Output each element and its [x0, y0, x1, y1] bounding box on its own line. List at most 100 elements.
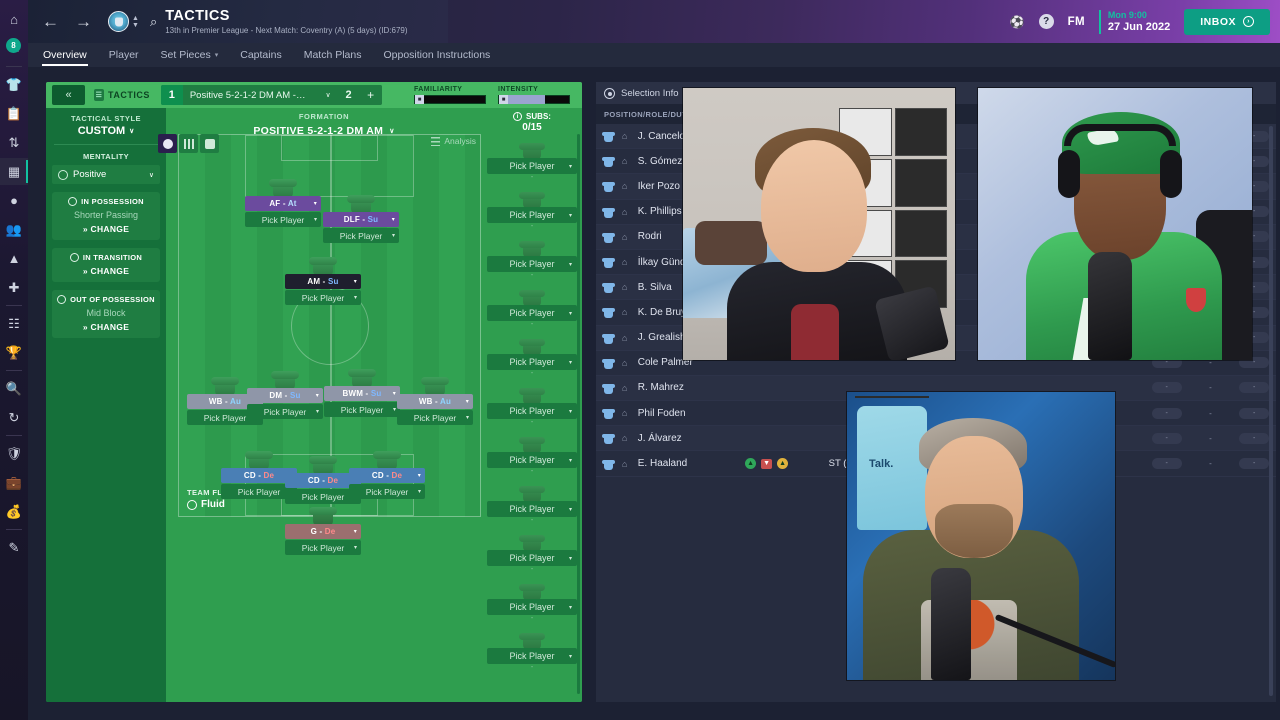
- in-transition-change-button[interactable]: » CHANGE: [56, 266, 156, 276]
- role-duty-dropdown[interactable]: G - De ▾: [285, 524, 361, 539]
- squad-shirt-icon[interactable]: 👕: [0, 71, 28, 98]
- pick-player-dropdown[interactable]: Pick Player ▾: [245, 212, 321, 227]
- role-duty-dropdown[interactable]: DM - Su ▾: [247, 388, 323, 403]
- player-list-scrollbar[interactable]: [1269, 126, 1273, 696]
- player-name[interactable]: R. Mahrez: [638, 382, 745, 393]
- back-button[interactable]: ←: [42, 12, 59, 32]
- sub-pick-player-dropdown[interactable]: Pick Player ▾: [487, 305, 577, 321]
- role-duty-dropdown[interactable]: BWM - Su ▾: [324, 386, 400, 401]
- tab-opposition-instructions[interactable]: Opposition Instructions: [382, 45, 491, 66]
- pick-player-dropdown[interactable]: Pick Player ▾: [349, 484, 425, 499]
- briefcase-icon[interactable]: 💼: [0, 469, 28, 496]
- tab-set-pieces[interactable]: Set Pieces ▾: [160, 45, 220, 66]
- sub-slot-10[interactable]: Pick Player ▾ -: [482, 580, 582, 623]
- tactic-slot-1[interactable]: 1: [160, 85, 183, 105]
- sub-slot-5[interactable]: Pick Player ▾ -: [482, 335, 582, 378]
- tactic-slot-2[interactable]: 2: [337, 85, 360, 105]
- position-slot-cd-9[interactable]: CD - De ▾ Pick Player ▾: [349, 447, 425, 499]
- sub-pick-player-dropdown[interactable]: Pick Player ▾: [487, 648, 577, 664]
- sub-pick-player-dropdown[interactable]: Pick Player ▾: [487, 599, 577, 615]
- position-slot-am-2[interactable]: AM - Su ▾ Pick Player ▾: [285, 253, 361, 305]
- sub-pick-player-dropdown[interactable]: Pick Player ▾: [487, 207, 577, 223]
- globe-icon[interactable]: ⚽: [1010, 15, 1025, 29]
- inbox-icon[interactable]: ✉8: [0, 35, 28, 62]
- sub-pick-player-dropdown[interactable]: Pick Player ▾: [487, 403, 577, 419]
- search-icon[interactable]: 🔍: [0, 375, 28, 402]
- sub-slot-1[interactable]: Pick Player ▾ -: [482, 139, 582, 182]
- mentality-dropdown[interactable]: Positive ∨: [52, 165, 160, 184]
- sub-slot-6[interactable]: Pick Player ▾ -: [482, 384, 582, 427]
- help-icon[interactable]: ?: [1038, 14, 1054, 29]
- pick-player-dropdown[interactable]: Pick Player ▾: [285, 290, 361, 305]
- pick-player-dropdown[interactable]: Pick Player ▾: [247, 404, 323, 419]
- position-slot-bwm-5[interactable]: BWM - Su ▾ Pick Player ▾: [324, 365, 400, 417]
- tactics-pitch[interactable]: AF - At ▾ Pick Player ▾ DLF - Su ▾ Pick Player…: [178, 134, 481, 555]
- view-list-button[interactable]: [200, 134, 219, 153]
- sub-slot-8[interactable]: Pick Player ▾ -: [482, 482, 582, 525]
- pick-player-dropdown[interactable]: Pick Player ▾: [285, 540, 361, 555]
- finance-icon[interactable]: 💰: [0, 498, 28, 525]
- add-tactic-button[interactable]: +: [359, 85, 382, 105]
- sub-slot-4[interactable]: Pick Player ▾ -: [482, 286, 582, 329]
- role-duty-dropdown[interactable]: DLF - Su ▾: [323, 212, 399, 227]
- clipboard-icon[interactable]: 📋: [0, 100, 28, 127]
- in-possession-card[interactable]: IN POSSESSION Shorter Passing » CHANGE: [52, 192, 160, 240]
- sub-slot-3[interactable]: Pick Player ▾ -: [482, 237, 582, 280]
- sub-slot-11[interactable]: Pick Player ▾ -: [482, 629, 582, 672]
- home-icon[interactable]: ⌂: [0, 6, 28, 33]
- sub-slot-2[interactable]: Pick Player ▾ -: [482, 188, 582, 231]
- inbox-button[interactable]: INBOX ›: [1184, 8, 1270, 35]
- transfers-icon[interactable]: ⇅: [0, 129, 28, 156]
- out-of-possession-card[interactable]: OUT OF POSSESSION Mid Block » CHANGE: [52, 290, 160, 338]
- sub-slot-7[interactable]: Pick Player ▾ -: [482, 433, 582, 476]
- role-duty-dropdown[interactable]: AF - At ▾: [245, 196, 321, 211]
- player-name[interactable]: Phil Foden: [638, 408, 745, 419]
- tactic-dropdown[interactable]: Positive 5-2-1-2 DM AM -… ∨: [183, 90, 338, 101]
- player-name[interactable]: E. Haaland: [638, 458, 745, 469]
- player-name[interactable]: J. Álvarez: [638, 433, 745, 444]
- forward-button[interactable]: →: [75, 12, 92, 32]
- sub-pick-player-dropdown[interactable]: Pick Player ▾: [487, 501, 577, 517]
- training-icon[interactable]: ▲: [0, 245, 28, 272]
- position-slot-dlf-1[interactable]: DLF - Su ▾ Pick Player ▾: [323, 191, 399, 243]
- pick-player-dropdown[interactable]: Pick Player ▾: [323, 228, 399, 243]
- ball-icon[interactable]: ●: [0, 187, 28, 214]
- tab-match-plans[interactable]: Match Plans: [303, 45, 363, 66]
- position-slot-dm-4[interactable]: DM - Su ▾ Pick Player ▾: [247, 367, 323, 419]
- club-switch-arrows[interactable]: ▲ ▼: [132, 15, 139, 29]
- analysis-button[interactable]: Analysis: [431, 136, 476, 146]
- pick-player-dropdown[interactable]: Pick Player ▾: [324, 402, 400, 417]
- tab-player[interactable]: Player: [108, 45, 140, 66]
- out-of-possession-change-button[interactable]: » CHANGE: [56, 322, 156, 332]
- sub-pick-player-dropdown[interactable]: Pick Player ▾: [487, 550, 577, 566]
- medical-icon[interactable]: ✚: [0, 274, 28, 301]
- position-slot-g-10[interactable]: G - De ▾ Pick Player ▾: [285, 503, 361, 555]
- tab-overview[interactable]: Overview: [42, 45, 88, 66]
- sub-slot-9[interactable]: Pick Player ▾ -: [482, 531, 582, 574]
- tab-captains[interactable]: Captains: [239, 45, 282, 66]
- calendar-icon[interactable]: ☷: [0, 310, 28, 337]
- pick-player-dropdown[interactable]: Pick Player ▾: [397, 410, 473, 425]
- staff-icon[interactable]: 👥: [0, 216, 28, 243]
- search-icon[interactable]: ⌕: [150, 14, 157, 30]
- role-duty-dropdown[interactable]: WB - Au ▾: [397, 394, 473, 409]
- trophy-icon[interactable]: 🏆: [0, 339, 28, 366]
- tactics-icon[interactable]: ▦: [0, 158, 28, 185]
- collapse-sidebar-button[interactable]: «: [52, 85, 85, 105]
- refresh-icon[interactable]: ↻: [0, 404, 28, 431]
- position-slot-af-0[interactable]: AF - At ▾ Pick Player ▾: [245, 175, 321, 227]
- view-positions-button[interactable]: [158, 134, 177, 153]
- sub-pick-player-dropdown[interactable]: Pick Player ▾: [487, 354, 577, 370]
- position-slot-wb-6[interactable]: WB - Au ▾ Pick Player ▾: [397, 373, 473, 425]
- sub-pick-player-dropdown[interactable]: Pick Player ▾: [487, 158, 577, 174]
- role-duty-dropdown[interactable]: CD - De ▾: [349, 468, 425, 483]
- club-crest-icon[interactable]: [108, 11, 129, 32]
- edit-icon[interactable]: ✎: [0, 534, 28, 561]
- role-duty-dropdown[interactable]: AM - Su ▾: [285, 274, 361, 289]
- in-transition-card[interactable]: IN TRANSITION » CHANGE: [52, 248, 160, 282]
- subs-scrollbar[interactable]: [577, 134, 580, 694]
- sub-pick-player-dropdown[interactable]: Pick Player ▾: [487, 256, 577, 272]
- sub-pick-player-dropdown[interactable]: Pick Player ▾: [487, 452, 577, 468]
- shield-icon[interactable]: 🛡: [0, 440, 28, 467]
- view-stats-button[interactable]: [179, 134, 198, 153]
